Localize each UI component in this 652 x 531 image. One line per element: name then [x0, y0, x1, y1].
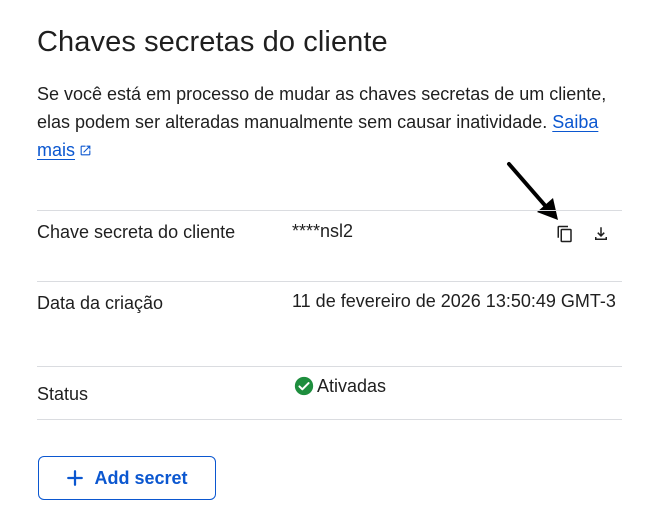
description-text: Se você está em processo de mudar as cha…: [37, 84, 607, 132]
download-button[interactable]: [590, 223, 612, 245]
plus-icon: [67, 470, 84, 486]
table-row: Chave secreta do cliente ****nsl2: [37, 210, 622, 281]
add-secret-button[interactable]: Add secret: [38, 456, 216, 500]
row-actions: [554, 223, 612, 245]
status-badge: Ativadas: [317, 376, 387, 396]
page-title: Chaves secretas do cliente: [37, 26, 388, 58]
copy-button[interactable]: [554, 223, 576, 245]
copy-icon: [557, 225, 572, 243]
status-value: Ativadas: [292, 369, 622, 403]
row-label: Chave secreta do cliente: [37, 222, 236, 242]
section-description: Se você está em processo de mudar as cha…: [37, 80, 607, 164]
row-label: Status: [37, 384, 89, 404]
row-value: 11 de fevereiro de 2026 13:50:49 GMT-3: [292, 291, 616, 311]
add-secret-label: Add secret: [94, 467, 188, 488]
download-icon: [595, 227, 607, 240]
table-row: Status Ativadas: [37, 366, 622, 420]
secrets-table: Chave secreta do cliente ****nsl2 Data d…: [37, 210, 622, 420]
check-circle-icon: [294, 376, 314, 396]
row-label: Data da criação: [37, 293, 164, 313]
table-row: Data da criação 11 de fevereiro de 2026 …: [37, 281, 622, 366]
external-link-icon: [80, 145, 91, 156]
